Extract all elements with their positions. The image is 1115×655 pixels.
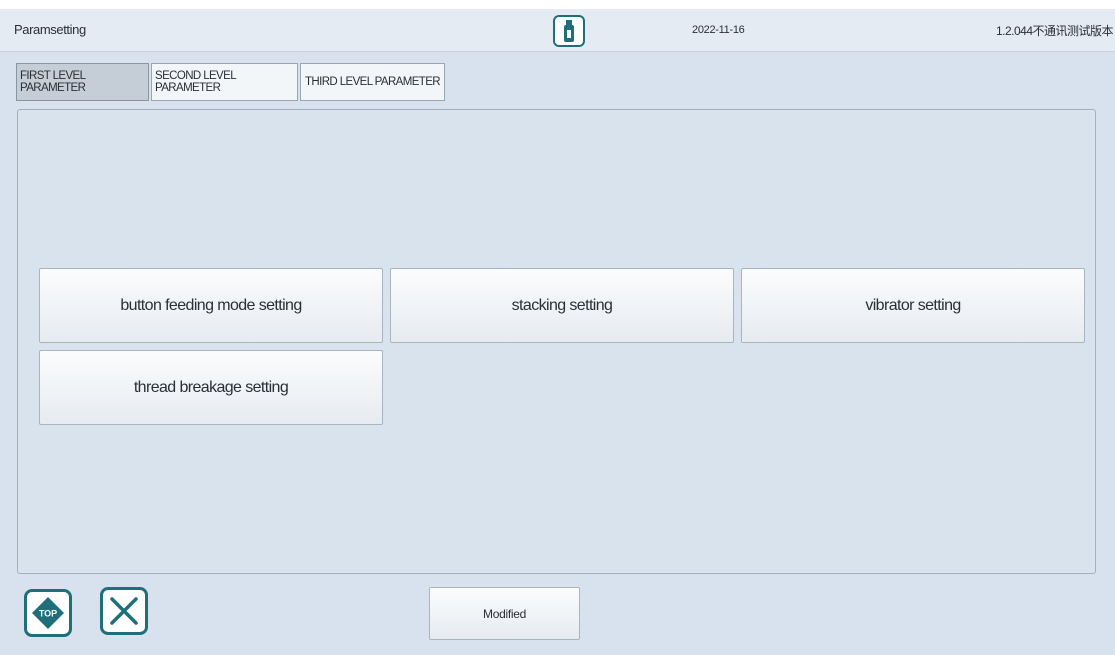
modified-button[interactable]: Modified: [429, 587, 580, 640]
usb-drive-glyph: [564, 20, 574, 42]
thread-breakage-setting-button[interactable]: thread breakage setting: [39, 350, 383, 425]
settings-panel: button feeding mode setting stacking set…: [17, 109, 1096, 574]
top-icon-text: TOP: [39, 609, 57, 619]
page-title: Paramsetting: [14, 22, 86, 37]
close-x-glyph: [110, 597, 138, 625]
top-diamond-glyph: TOP: [32, 597, 64, 629]
header-bar: Paramsetting 2022-11-16 1.2.044不通讯测试版本: [0, 0, 1115, 52]
stacking-setting-button[interactable]: stacking setting: [390, 268, 734, 343]
top-icon[interactable]: TOP: [24, 589, 72, 637]
button-feeding-mode-setting-button[interactable]: button feeding mode setting: [39, 268, 383, 343]
vibrator-setting-button[interactable]: vibrator setting: [741, 268, 1085, 343]
param-setting-screen: Paramsetting 2022-11-16 1.2.044不通讯测试版本 F…: [0, 0, 1115, 655]
tab-first-level-parameter[interactable]: FIRST LEVEL PARAMETER: [16, 63, 149, 101]
date-display: 2022-11-16: [692, 24, 745, 36]
close-icon[interactable]: [100, 587, 148, 635]
tab-third-level-parameter[interactable]: THIRD LEVEL PARAMETER: [300, 63, 445, 101]
version-label: 1.2.044不通讯测试版本: [995, 24, 1114, 38]
header-top-strip: [0, 0, 1115, 9]
usb-drive-icon[interactable]: [553, 15, 585, 47]
parameter-level-tabs: FIRST LEVEL PARAMETER SECOND LEVEL PARAM…: [16, 63, 447, 101]
tab-second-level-parameter[interactable]: SECOND LEVEL PARAMETER: [151, 63, 298, 101]
